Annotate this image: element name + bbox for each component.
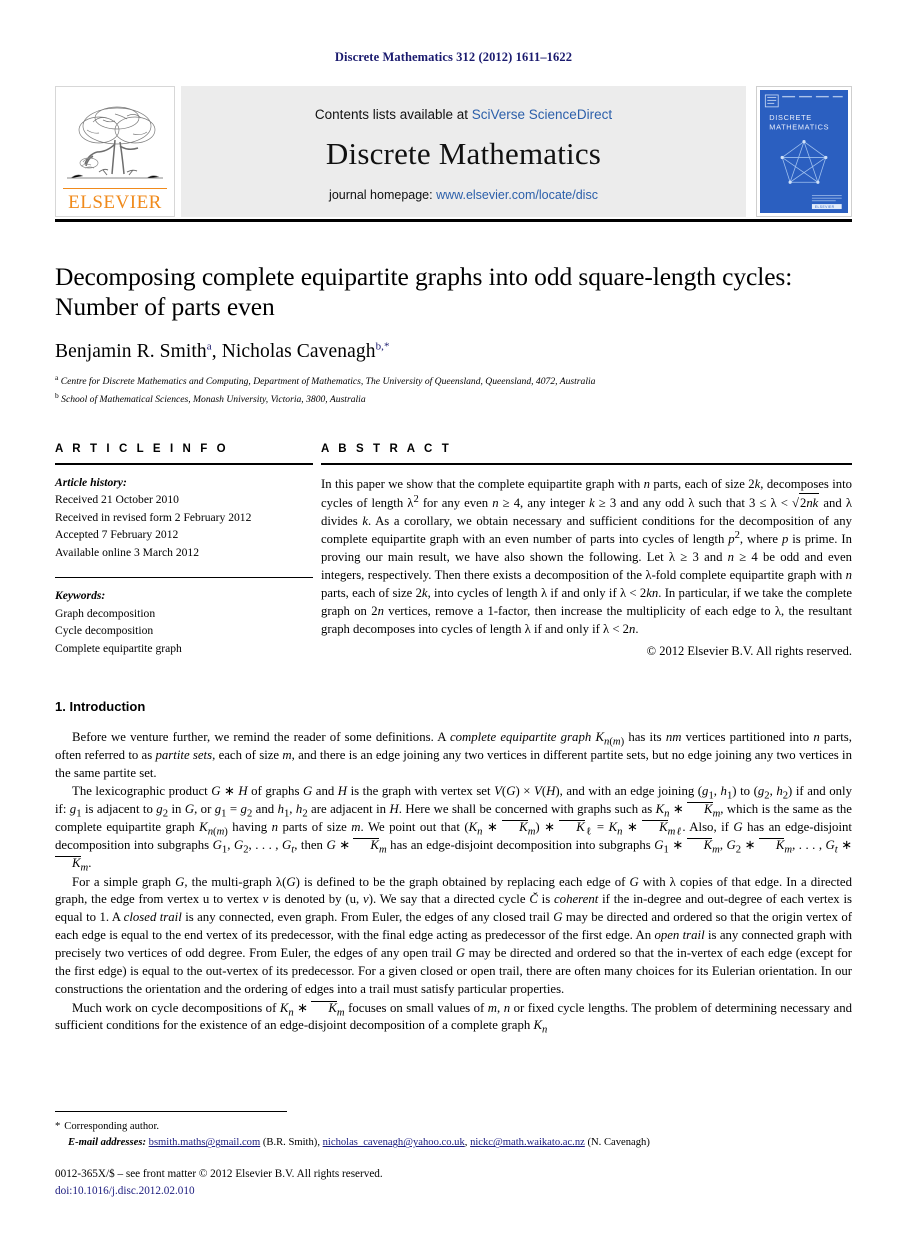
keywords-block: Keywords: Graph decomposition Cycle deco… <box>55 587 313 657</box>
running-head: Discrete Mathematics 312 (2012) 1611–162… <box>334 50 573 64</box>
email-addresses-label: E-mail addresses: <box>68 1137 146 1149</box>
journal-banner: Contents lists available at SciVerse Sci… <box>181 86 746 217</box>
intro-paragraph-4: Much work on cycle decompositions of Kn … <box>55 1000 853 1036</box>
author-list: Benjamin R. Smitha, Nicholas Cavenaghb,* <box>55 340 390 363</box>
abstract-text: In this paper we show that the complete … <box>321 475 852 638</box>
keyword-item: Graph decomposition <box>55 606 156 620</box>
contents-line: Contents lists available at SciVerse Sci… <box>315 107 612 122</box>
affiliation-a-text: Centre for Discrete Mathematics and Comp… <box>60 376 596 388</box>
masthead-rule <box>55 219 852 222</box>
elsevier-logo-rule <box>63 188 167 189</box>
keyword-item: Complete equipartite graph <box>55 641 182 655</box>
svg-text:MATHEMATICS: MATHEMATICS <box>769 123 829 132</box>
journal-title: Discrete Mathematics <box>325 136 602 171</box>
keywords-label: Keywords: <box>55 589 106 603</box>
journal-homepage-link[interactable]: www.elsevier.com/locate/disc <box>436 188 598 202</box>
elsevier-tree-icon <box>67 106 163 179</box>
page-footer: * Corresponding author. E-mail addresses:… <box>55 1110 852 1200</box>
section-heading-introduction: 1. Introduction <box>55 698 146 714</box>
affiliation-b: b School of Mathematical Sciences, Monas… <box>55 390 852 408</box>
journal-cover-thumbnail[interactable]: DISCRETE MATHEMATICS ELSEVIER <box>756 86 852 217</box>
author-nicholas-cavenagh: Nicholas Cavenagh <box>221 341 376 363</box>
corresponding-author-note: * Corresponding author. <box>55 1119 852 1136</box>
intro-paragraph-2: The lexicographic product G ∗ H of graph… <box>55 784 852 874</box>
journal-masthead: ELSEVIER Contents lists available at Sci… <box>55 86 852 217</box>
article-info-rule <box>55 463 313 465</box>
affil-marker-b: b <box>55 390 59 400</box>
introduction-body: Before we venture further, we remind the… <box>55 729 853 1036</box>
history-item: Accepted 7 February 2012 <box>55 528 179 542</box>
email-link-cavenagh-yahoo[interactable]: nicholas_cavenagh@yahoo.co.uk <box>323 1137 465 1148</box>
page-title: Decomposing complete equipartite graphs … <box>55 262 793 321</box>
homepage-label: journal homepage: <box>329 188 437 202</box>
article-info-column: A R T I C L E I N F O Article history: R… <box>55 443 313 659</box>
cover-graph-icon: DISCRETE MATHEMATICS ELSEVIER <box>760 90 848 213</box>
info-abstract-row: A R T I C L E I N F O Article history: R… <box>55 443 852 659</box>
article-history-block: Article history: Received 21 October 201… <box>55 474 313 562</box>
author-affil-marker-b: b,* <box>375 340 390 353</box>
affiliation-b-text: School of Mathematical Sciences, Monash … <box>61 393 366 405</box>
svg-text:ELSEVIER: ELSEVIER <box>815 205 835 209</box>
doi-line[interactable]: doi:10.1016/j.disc.2012.02.010 <box>55 1183 852 1200</box>
contents-label: Contents lists available at <box>314 107 472 122</box>
keywords-rule <box>55 576 313 579</box>
homepage-line: journal homepage: www.elsevier.com/locat… <box>329 188 598 202</box>
abstract-column: A B S T R A C T In this paper we show th… <box>321 443 852 659</box>
email-addresses-note: E-mail addresses: bsmith.maths@gmail.com… <box>68 1137 650 1149</box>
affiliation-a: a Centre for Discrete Mathematics and Co… <box>55 374 852 390</box>
email-link-cavenagh-waikato[interactable]: nickc@math.waikato.ac.nz <box>470 1137 585 1148</box>
abstract-paragraph: In this paper we show that the complete … <box>321 476 853 636</box>
corresponding-author-marker: * <box>55 1120 61 1132</box>
history-item: Received 21 October 2010 <box>55 493 179 507</box>
corresponding-author-text: Corresponding author. <box>64 1120 160 1132</box>
issn-block: 0012-365X/$ – see front matter © 2012 El… <box>55 1166 852 1200</box>
history-item: Available online 3 March 2012 <box>55 546 200 560</box>
footer-rule <box>55 1110 287 1112</box>
sciencedirect-link[interactable]: SciVerse ScienceDirect <box>472 107 612 122</box>
keyword-item: Cycle decomposition <box>55 624 154 638</box>
elsevier-logo: ELSEVIER <box>55 86 175 217</box>
abstract-copyright: © 2012 Elsevier B.V. All rights reserved… <box>646 643 852 658</box>
author-benjamin-smith: Benjamin R. Smith <box>55 341 207 363</box>
email-owner-smith: (B.R. Smith) <box>262 1137 318 1149</box>
issn-line: 0012-365X/$ – see front matter © 2012 El… <box>55 1168 383 1181</box>
elsevier-wordmark: ELSEVIER <box>68 192 162 213</box>
intro-paragraph-3: For a simple graph G, the multi-graph λ(… <box>55 874 853 996</box>
svg-text:DISCRETE: DISCRETE <box>769 113 812 122</box>
intro-paragraph-1: Before we venture further, we remind the… <box>55 729 852 780</box>
article-info-heading: A R T I C L E I N F O <box>55 443 229 456</box>
abstract-rule <box>321 463 852 465</box>
article-history-label: Article history: <box>55 475 127 489</box>
email-link-smith[interactable]: bsmith.maths@gmail.com <box>149 1137 261 1148</box>
cover-artwork: DISCRETE MATHEMATICS ELSEVIER <box>760 90 848 213</box>
affil-marker-a: a <box>55 372 59 382</box>
email-owner-cavenagh: (N. Cavenagh) <box>587 1137 650 1149</box>
abstract-heading: A B S T R A C T <box>321 443 452 456</box>
paper-page: Discrete Mathematics 312 (2012) 1611–162… <box>0 0 907 1238</box>
history-item: Received in revised form 2 February 2012 <box>55 510 252 524</box>
